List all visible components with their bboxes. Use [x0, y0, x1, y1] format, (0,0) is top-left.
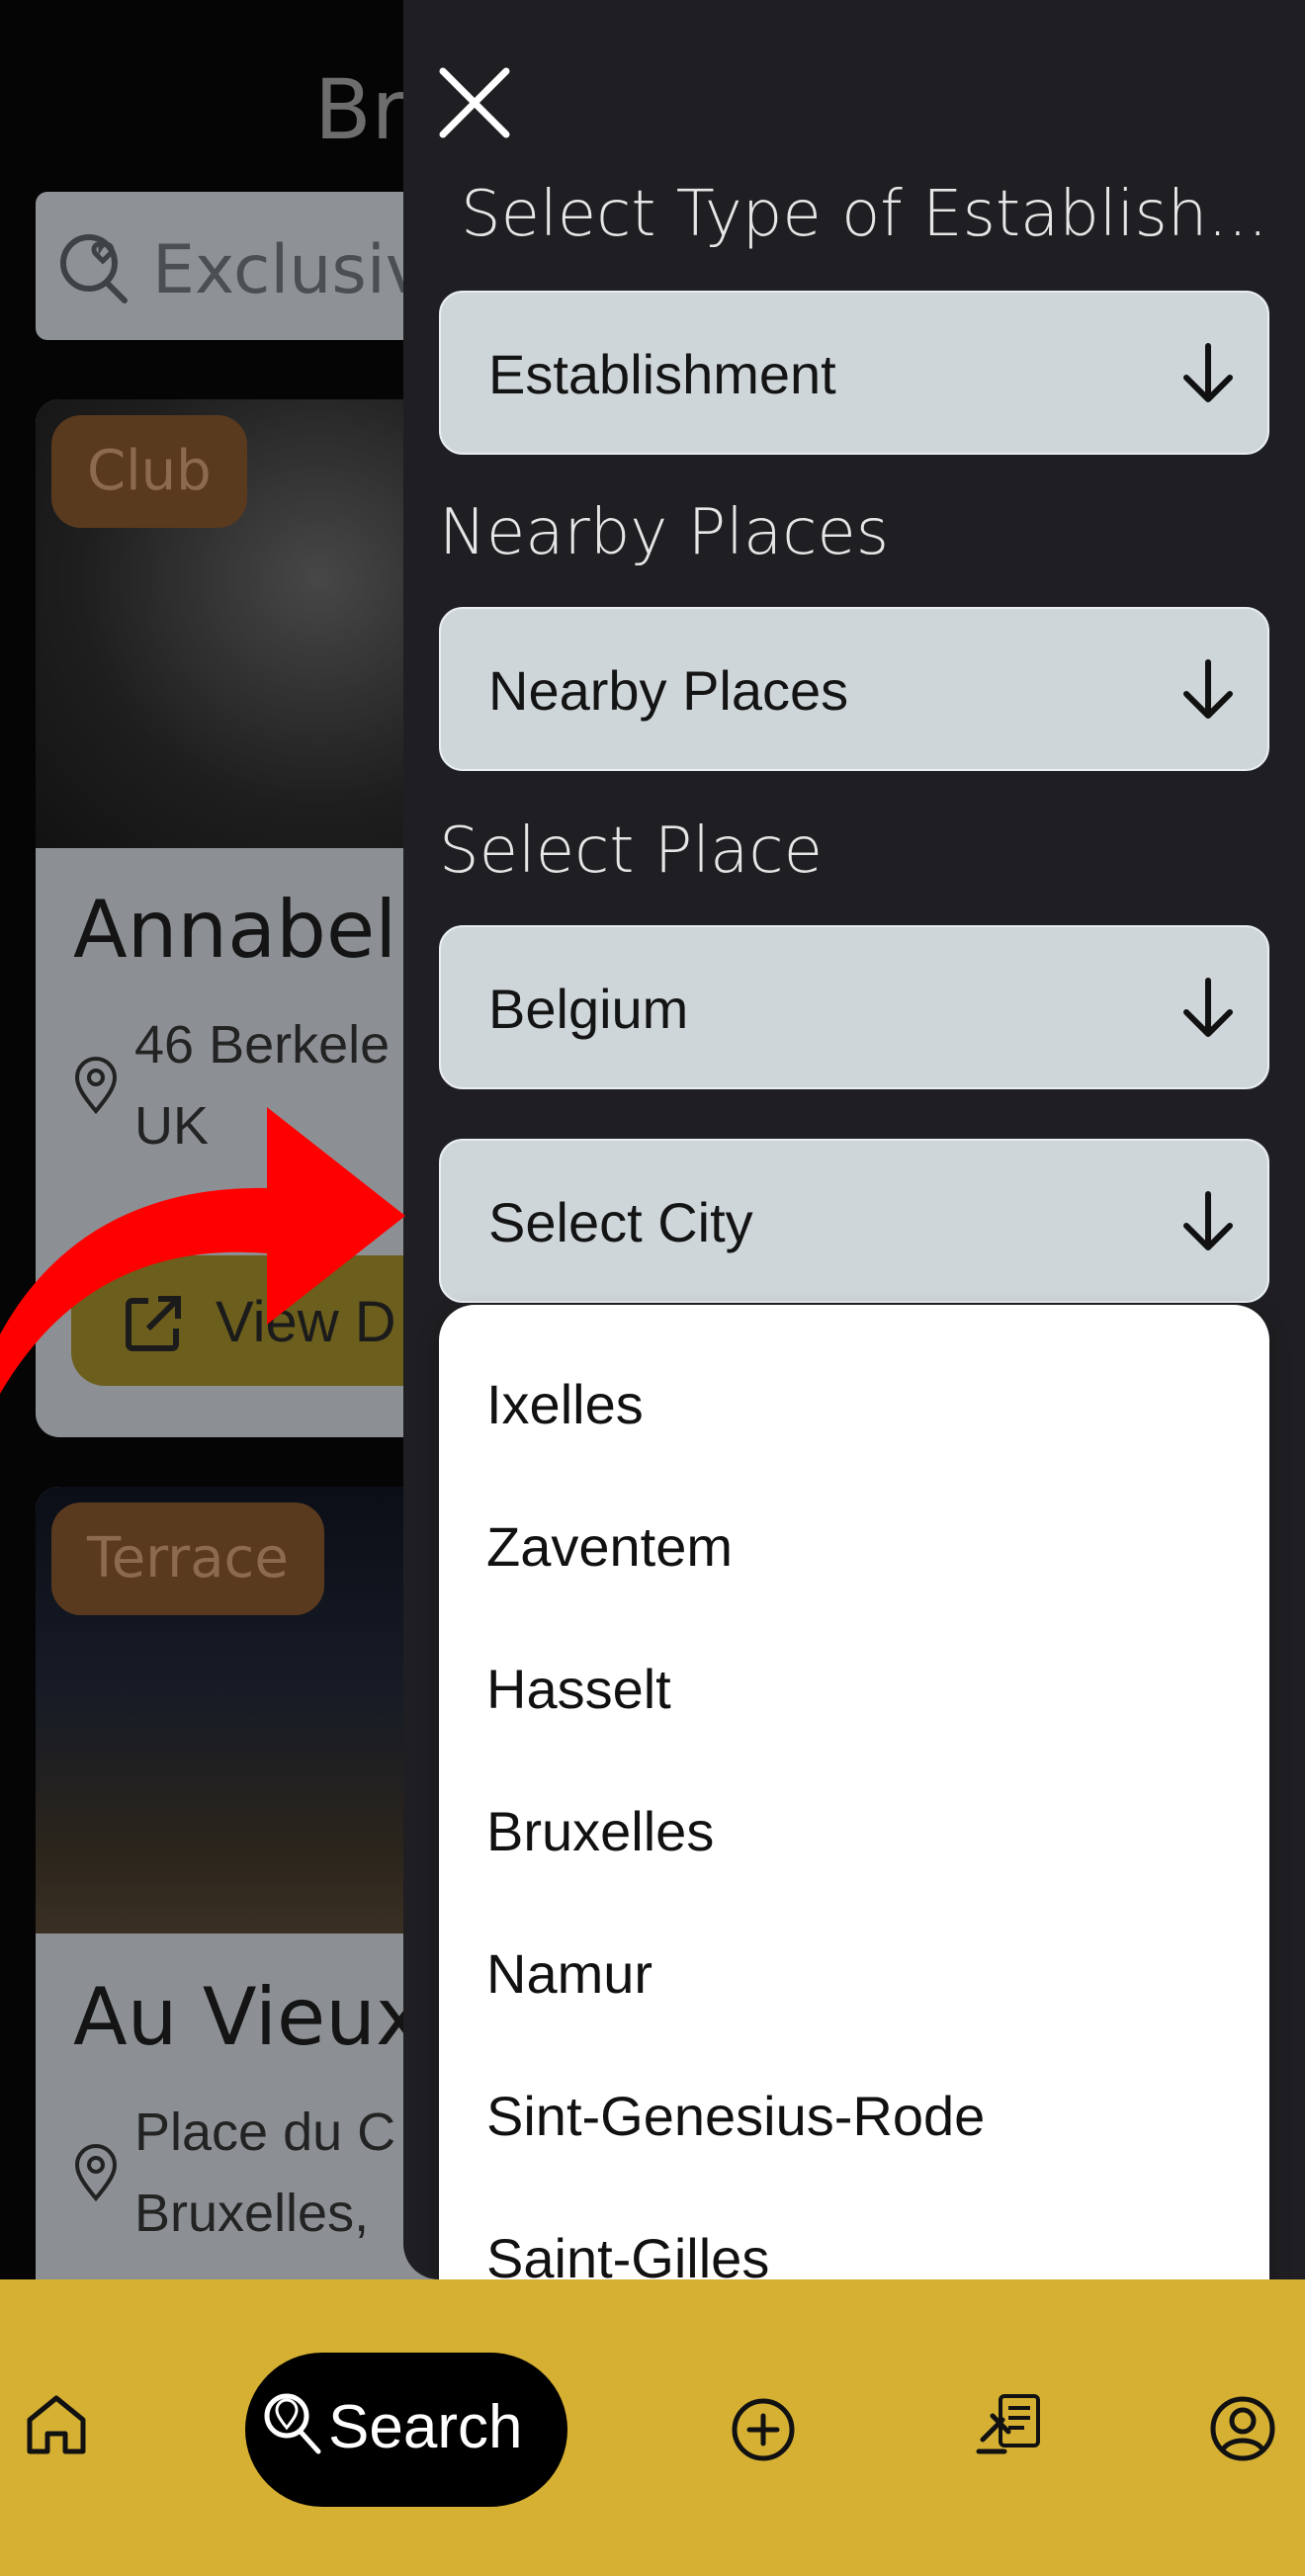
search-tab-button[interactable]: Search: [245, 2353, 567, 2507]
venue-address-line1: 46 Berkele: [134, 1015, 391, 1074]
arrow-down-icon: [1183, 343, 1233, 402]
city-option[interactable]: Namur: [486, 1941, 652, 2006]
document-gavel-icon[interactable]: [975, 2390, 1046, 2461]
place-value: Belgium: [488, 978, 689, 1040]
city-dropdown-menu: Ixelles Zaventem Hasselt Bruxelles Namur…: [439, 1305, 1269, 2347]
search-tab-label: Search: [328, 2393, 523, 2461]
bottom-navigation: Search: [0, 2279, 1305, 2576]
city-option[interactable]: Hasselt: [486, 1657, 671, 1721]
heart-search-icon: [60, 234, 128, 303]
place-select[interactable]: Belgium: [439, 925, 1269, 1089]
add-circle-icon[interactable]: [730, 2396, 797, 2463]
venue-name: Annabel: [73, 884, 397, 976]
page-title: Br: [314, 61, 406, 158]
city-value: Select City: [488, 1191, 753, 1253]
nearby-places-select[interactable]: Nearby Places: [439, 607, 1269, 771]
city-option[interactable]: Ixelles: [486, 1372, 644, 1436]
profile-icon[interactable]: [1208, 2394, 1277, 2463]
venue-name: Au Vieux: [73, 1971, 423, 2063]
city-select[interactable]: Select City: [439, 1139, 1269, 1303]
arrow-down-icon: [1183, 659, 1233, 719]
nearby-places-label: Nearby Places: [439, 496, 890, 569]
red-pointer-arrow-icon: [0, 1107, 405, 1394]
venue-tag: Club: [51, 415, 247, 528]
city-option[interactable]: Sint-Genesius-Rode: [486, 2084, 985, 2148]
home-icon[interactable]: [22, 2390, 91, 2459]
search-pin-icon: [264, 2393, 321, 2454]
city-option[interactable]: Zaventem: [486, 1514, 733, 1579]
establishment-type-label: Select Type of Establish...: [461, 178, 1268, 251]
location-pin-icon: [74, 2144, 118, 2202]
nearby-places-value: Nearby Places: [488, 659, 849, 722]
venue-tag: Terrace: [51, 1503, 324, 1615]
select-place-label: Select Place: [439, 815, 823, 888]
city-option[interactable]: Bruxelles: [486, 1799, 714, 1863]
venue-address-line2: Bruxelles,: [134, 2184, 370, 2243]
close-icon[interactable]: [433, 61, 516, 144]
establishment-type-select[interactable]: Establishment: [439, 291, 1269, 455]
venue-address-line1: Place du C: [134, 2103, 396, 2162]
establishment-type-value: Establishment: [488, 343, 836, 405]
arrow-down-icon: [1183, 1191, 1233, 1250]
arrow-down-icon: [1183, 978, 1233, 1037]
